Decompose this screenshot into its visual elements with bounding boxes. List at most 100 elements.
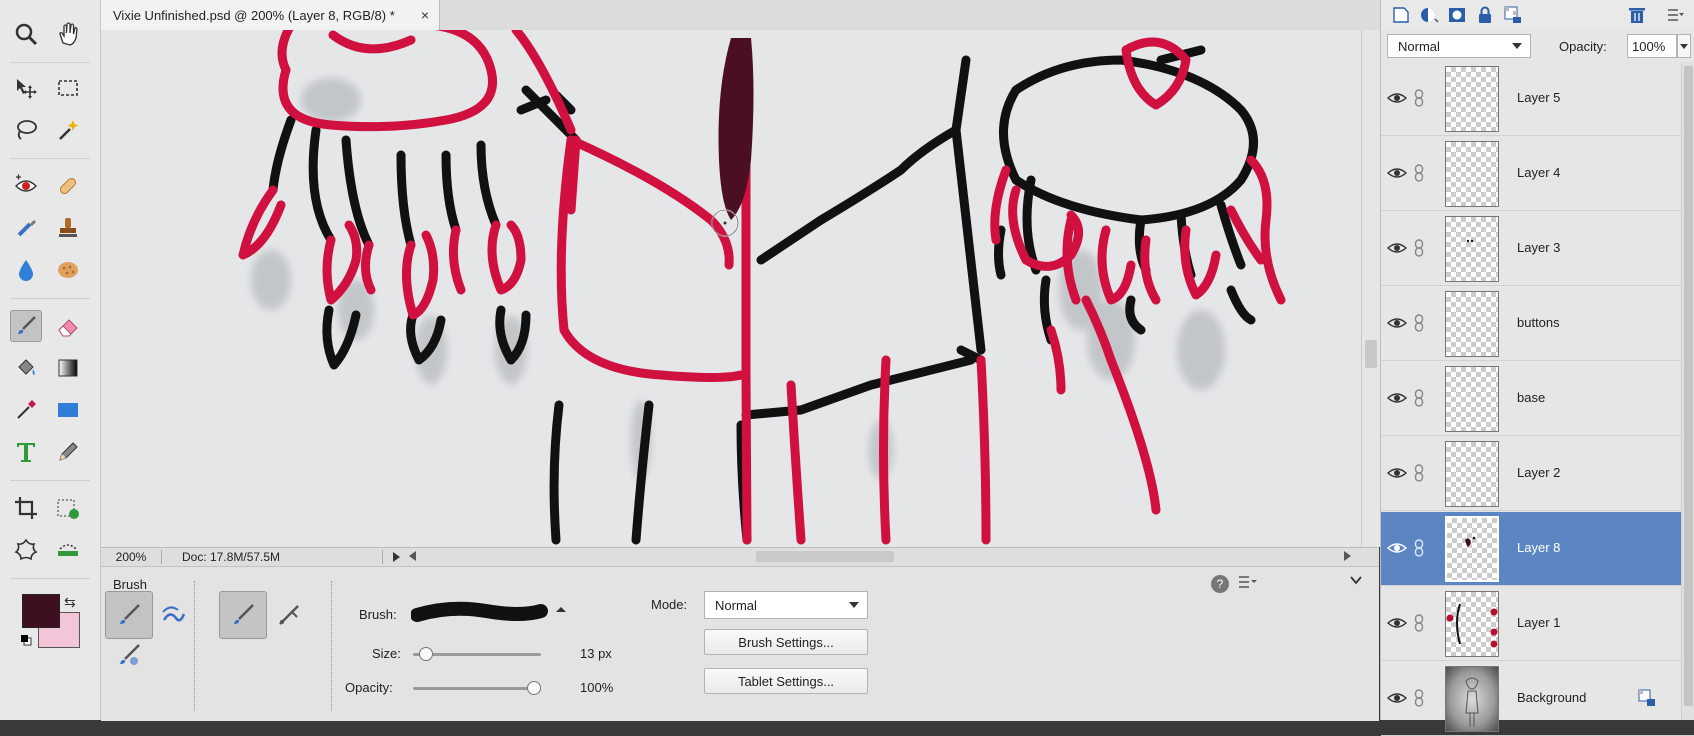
- paint-bucket-icon[interactable]: [10, 352, 42, 384]
- zoom-level[interactable]: 200%: [101, 550, 162, 564]
- layer-row[interactable]: Layer 2: [1381, 437, 1694, 511]
- color-replacement-option[interactable]: [105, 631, 153, 679]
- marquee-icon[interactable]: [52, 72, 84, 104]
- layer-row[interactable]: base: [1381, 362, 1694, 436]
- layer-thumbnail: [1445, 666, 1499, 732]
- blend-mode-select[interactable]: Normal: [1387, 34, 1531, 58]
- layer-link-icon[interactable]: [1413, 89, 1425, 107]
- eraser-icon[interactable]: [52, 310, 84, 342]
- brush-mode-option[interactable]: [219, 591, 267, 639]
- tool-options-bar: Brush ? Brush: Size: 13 px Opacity: 100%…: [101, 566, 1379, 721]
- airbrush-mode-option[interactable]: [265, 591, 313, 639]
- horizontal-scrollbar-thumb[interactable]: [756, 551, 894, 562]
- blend-mode-value: Normal: [1398, 38, 1440, 54]
- sponge-icon[interactable]: [52, 254, 84, 286]
- new-layer-icon[interactable]: [1389, 3, 1413, 27]
- layer-link-icon[interactable]: [1413, 314, 1425, 332]
- visibility-eye-icon[interactable]: [1386, 315, 1408, 331]
- layer-row[interactable]: buttons: [1381, 287, 1694, 361]
- size-slider-knob[interactable]: [419, 647, 434, 661]
- layer-row[interactable]: Layer 8: [1381, 512, 1694, 586]
- gradient-icon[interactable]: [52, 352, 84, 384]
- layers-scrollbar[interactable]: [1681, 62, 1694, 720]
- background-lock-icon[interactable]: [1637, 688, 1657, 708]
- visibility-eye-icon[interactable]: [1386, 615, 1408, 631]
- layer-thumbnail: [1445, 141, 1499, 207]
- red-eye-icon[interactable]: [10, 170, 42, 202]
- layer-row[interactable]: Layer 5: [1381, 62, 1694, 136]
- layer-link-icon[interactable]: [1413, 464, 1425, 482]
- straighten-icon[interactable]: [52, 534, 84, 566]
- layer-name: Layer 4: [1517, 165, 1561, 180]
- layer-thumbnail: [1445, 516, 1499, 582]
- visibility-eye-icon[interactable]: [1386, 465, 1408, 481]
- brush-icon[interactable]: [10, 310, 42, 342]
- crop-icon[interactable]: [10, 492, 42, 524]
- layer-link-icon[interactable]: [1413, 689, 1425, 707]
- scrollbar-thumb[interactable]: [1684, 66, 1693, 706]
- brush-preset-picker[interactable]: [410, 595, 571, 633]
- hand-icon[interactable]: [52, 18, 84, 50]
- layer-link-icon[interactable]: [1413, 614, 1425, 632]
- layer-link-icon[interactable]: [1413, 539, 1425, 557]
- move-icon[interactable]: [10, 72, 42, 104]
- layer-row[interactable]: Layer 1: [1381, 587, 1694, 661]
- help-icon[interactable]: ?: [1211, 575, 1229, 593]
- scroll-left-icon[interactable]: [409, 550, 423, 564]
- status-menu-arrow-icon[interactable]: [389, 550, 403, 564]
- canvas[interactable]: [101, 30, 1361, 547]
- zoom-icon[interactable]: [10, 18, 42, 50]
- visibility-eye-icon[interactable]: [1386, 90, 1408, 106]
- opacity-value: 100%: [580, 680, 614, 695]
- type-icon[interactable]: [10, 436, 42, 468]
- adjustment-layer-icon[interactable]: [1417, 3, 1441, 27]
- delete-layer-icon[interactable]: [1625, 3, 1649, 27]
- healing-brush-icon[interactable]: [52, 170, 84, 202]
- artwork[interactable]: [101, 30, 1361, 547]
- layer-link-icon[interactable]: [1413, 239, 1425, 257]
- document-tab[interactable]: Vixie Unfinished.psd @ 200% (Layer 8, RG…: [101, 0, 440, 30]
- layer-opacity-dropdown[interactable]: [1677, 34, 1691, 58]
- lock-all-icon[interactable]: [1473, 3, 1497, 27]
- visibility-eye-icon[interactable]: [1386, 390, 1408, 406]
- layer-link-icon[interactable]: [1413, 164, 1425, 182]
- magic-wand-icon[interactable]: [52, 114, 84, 146]
- clone-stamp-icon[interactable]: [52, 212, 84, 244]
- brush-settings-button[interactable]: Brush Settings...: [704, 629, 868, 655]
- eyedropper-icon[interactable]: [10, 394, 42, 426]
- layer-thumbnail: [1445, 591, 1499, 657]
- canvas-vertical-scrollbar[interactable]: [1361, 30, 1380, 547]
- visibility-eye-icon[interactable]: [1386, 540, 1408, 556]
- layer-row[interactable]: Layer 4: [1381, 137, 1694, 211]
- pencil-icon[interactable]: [52, 436, 84, 468]
- layer-opacity-input[interactable]: 100%: [1627, 34, 1677, 58]
- collapse-panel-icon[interactable]: [1349, 573, 1363, 590]
- scroll-right-icon[interactable]: [1343, 550, 1351, 564]
- tablet-settings-button[interactable]: Tablet Settings...: [704, 668, 868, 694]
- layer-mask-icon[interactable]: [1445, 3, 1469, 27]
- lock-transparency-icon[interactable]: [1501, 3, 1525, 27]
- impressionist-brush-option[interactable]: [149, 591, 197, 639]
- visibility-eye-icon[interactable]: [1386, 165, 1408, 181]
- default-colors-icon[interactable]: [20, 634, 32, 646]
- scrollbar-thumb[interactable]: [1365, 340, 1377, 368]
- visibility-eye-icon[interactable]: [1386, 690, 1408, 706]
- blur-icon[interactable]: [10, 254, 42, 286]
- foreground-color-swatch[interactable]: [22, 594, 60, 628]
- swap-colors-icon[interactable]: ⇆: [64, 594, 76, 611]
- cookie-cutter-icon[interactable]: [10, 534, 42, 566]
- mode-select[interactable]: Normal: [704, 591, 868, 619]
- shape-icon[interactable]: [52, 394, 84, 426]
- opacity-slider[interactable]: [413, 687, 541, 690]
- layer-link-icon[interactable]: [1413, 389, 1425, 407]
- smart-brush-icon[interactable]: [10, 212, 42, 244]
- recompose-icon[interactable]: [52, 492, 84, 524]
- layers-panel-menu-icon[interactable]: [1663, 3, 1687, 27]
- opacity-slider-knob[interactable]: [527, 681, 541, 695]
- close-icon[interactable]: ×: [421, 7, 429, 23]
- lasso-icon[interactable]: [10, 114, 42, 146]
- panel-menu-icon[interactable]: [1237, 573, 1257, 594]
- visibility-eye-icon[interactable]: [1386, 240, 1408, 256]
- layer-row[interactable]: Background: [1381, 662, 1694, 736]
- layer-row[interactable]: Layer 3: [1381, 212, 1694, 286]
